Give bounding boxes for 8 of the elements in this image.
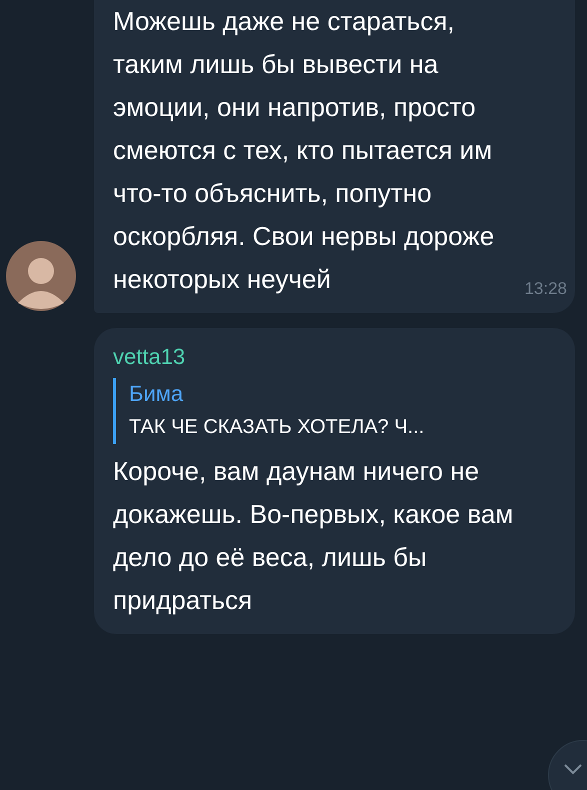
reply-author: Бима: [129, 380, 184, 408]
message-time: 13:28: [524, 279, 567, 299]
message-text: Можешь даже не стараться, таким лишь бы вывести на эмоции, они напротив, просто смеются с тех, кто пытается им что-то объяснить, попутно оскорбляя. Свои нервы дороже некоторых неучей: [113, 5, 496, 296]
sender-name: vetta13: [113, 343, 186, 371]
reply-text: ТАК ЧЕ СКАЗАТЬ ХОТЕЛА? Ч...: [129, 415, 426, 440]
avatar[interactable]: [6, 241, 76, 311]
chevron-down-icon: [563, 763, 583, 775]
message-text: Короче, вам даунам ничего не докажешь. Во-первых, какое вам дело до её веса, лишь бы придраться: [113, 455, 514, 617]
